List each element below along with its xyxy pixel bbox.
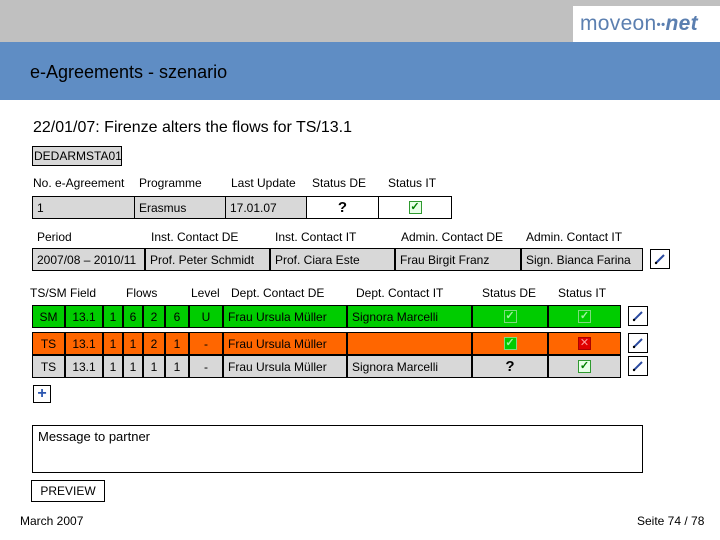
checkmark-icon: ✓ [578,310,591,323]
flow-row-3-f2-cell: 1 [123,355,143,378]
flow-row-3-field-cell: 13.1 [65,355,103,378]
flow-row-1-status-it-cell: ✓ [548,305,621,328]
flow-row-3-type-cell: TS [32,355,65,378]
pencil-icon [654,254,665,265]
flow-row-2-status-it-cell: ✕ [548,332,621,355]
question-icon: ? [505,358,515,375]
header-flows: Flows [126,286,158,300]
flow-row-2-status-de-cell: ✓ [472,332,548,355]
edit-period-button[interactable] [650,249,670,269]
header-status-de: Status DE [482,286,537,300]
checkmark-icon: ✓ [503,337,517,350]
flow-row-1-dept-de-cell: Frau Ursula Müller [223,305,347,328]
flow-row-2-level-cell: - [189,332,223,355]
header-level: Level [191,286,220,300]
header-status-it: Status IT [558,286,607,300]
programme-cell: Erasmus [134,196,226,219]
agreement-status-it-cell: ✓ [378,196,452,219]
flow-row-1-f3-cell: 2 [143,305,165,328]
flow-row-2-dept-it-cell [347,332,472,355]
agreement-no-cell: 1 [32,196,135,219]
flow-row-3-status-de-cell: ? [472,355,548,378]
flow-row-1-f1-cell: 1 [103,305,123,328]
flow-row-3-f4-cell: 1 [165,355,189,378]
pencil-icon [632,311,643,322]
inst-contact-de-cell: Prof. Peter Schmidt [145,248,270,271]
checkmark-icon: ✓ [503,310,517,323]
header-period: Period [37,230,72,244]
flow-row-2-f3-cell: 2 [143,332,165,355]
agreement-code[interactable]: DEDARMSTA01 [32,146,122,166]
flow-row-3-level-cell: - [189,355,223,378]
period-cell: 2007/08 – 2010/11 [32,248,145,271]
admin-contact-de-cell: Frau Birgit Franz [395,248,521,271]
inst-contact-it-cell: Prof. Ciara Este [270,248,395,271]
checkmark-icon: ✓ [408,201,422,214]
pencil-icon [632,338,643,349]
header-inst-contact-it: Inst. Contact IT [275,230,357,244]
footer-page-number: Seite 74 / 78 [637,514,705,528]
message-to-partner-field[interactable]: Message to partner [32,425,643,473]
flow-row-2-f4-cell: 1 [165,332,189,355]
flow-row-3-f3-cell: 1 [143,355,165,378]
header-programme: Programme [139,176,202,190]
flow-row-3-dept-it-cell: Signora Marcelli [347,355,472,378]
edit-flow-row-2-button[interactable] [628,333,648,353]
flow-row-1-status-de-cell: ✓ [472,305,548,328]
flow-row-2-field-cell: 13.1 [65,332,103,355]
flow-row-1-f2-cell: 6 [123,305,143,328]
header-dept-contact-de: Dept. Contact DE [231,286,325,300]
flow-row-1-dept-it-cell: Signora Marcelli [347,305,472,328]
header-status-it: Status IT [388,176,437,190]
header-status-de: Status DE [312,176,367,190]
header-admin-contact-de: Admin. Contact DE [401,230,504,244]
flow-row-2-type-cell: TS [32,332,65,355]
admin-contact-it-cell: Sign. Bianca Farina [521,248,643,271]
add-flow-button[interactable]: + [33,385,51,403]
page-title: e-Agreements - szenario [30,62,228,82]
header-admin-contact-it: Admin. Contact IT [526,230,623,244]
footer-date: March 2007 [20,514,84,528]
preview-button[interactable]: PREVIEW [31,480,105,502]
flow-row-1-level-cell: U [189,305,223,328]
rejected-icon: ✕ [578,337,591,350]
flow-row-2-dept-de-cell: Frau Ursula Müller [223,332,347,355]
header-no-agreement: No. e-Agreement [33,176,125,190]
agreement-status-de-cell: ? [306,196,379,219]
header-dept-contact-it: Dept. Contact IT [356,286,444,300]
flow-row-3-status-it-cell: ✓ [548,355,621,378]
flow-row-2-f2-cell: 1 [123,332,143,355]
flow-row-3-dept-de-cell: Frau Ursula Müller [223,355,347,378]
flow-row-1-field-cell: 13.1 [65,305,103,328]
flow-row-1-f4-cell: 6 [165,305,189,328]
checkmark-icon: ✓ [578,360,591,373]
last-update-cell: 17.01.07 [225,196,307,219]
flow-row-1-type-cell: SM [32,305,65,328]
moveon-logo: moveon••net [580,12,698,35]
edit-flow-row-3-button[interactable] [628,356,648,376]
edit-flow-row-1-button[interactable] [628,306,648,326]
header-inst-contact-de: Inst. Contact DE [151,230,239,244]
scenario-text: 22/01/07: Firenze alters the flows for T… [33,119,352,136]
flow-row-2-f1-cell: 1 [103,332,123,355]
header-ts-sm-field: TS/SM Field [30,286,97,300]
flow-row-3-f1-cell: 1 [103,355,123,378]
header-last-update: Last Update [231,176,296,190]
pencil-icon [632,361,643,372]
question-icon: ? [337,199,348,216]
